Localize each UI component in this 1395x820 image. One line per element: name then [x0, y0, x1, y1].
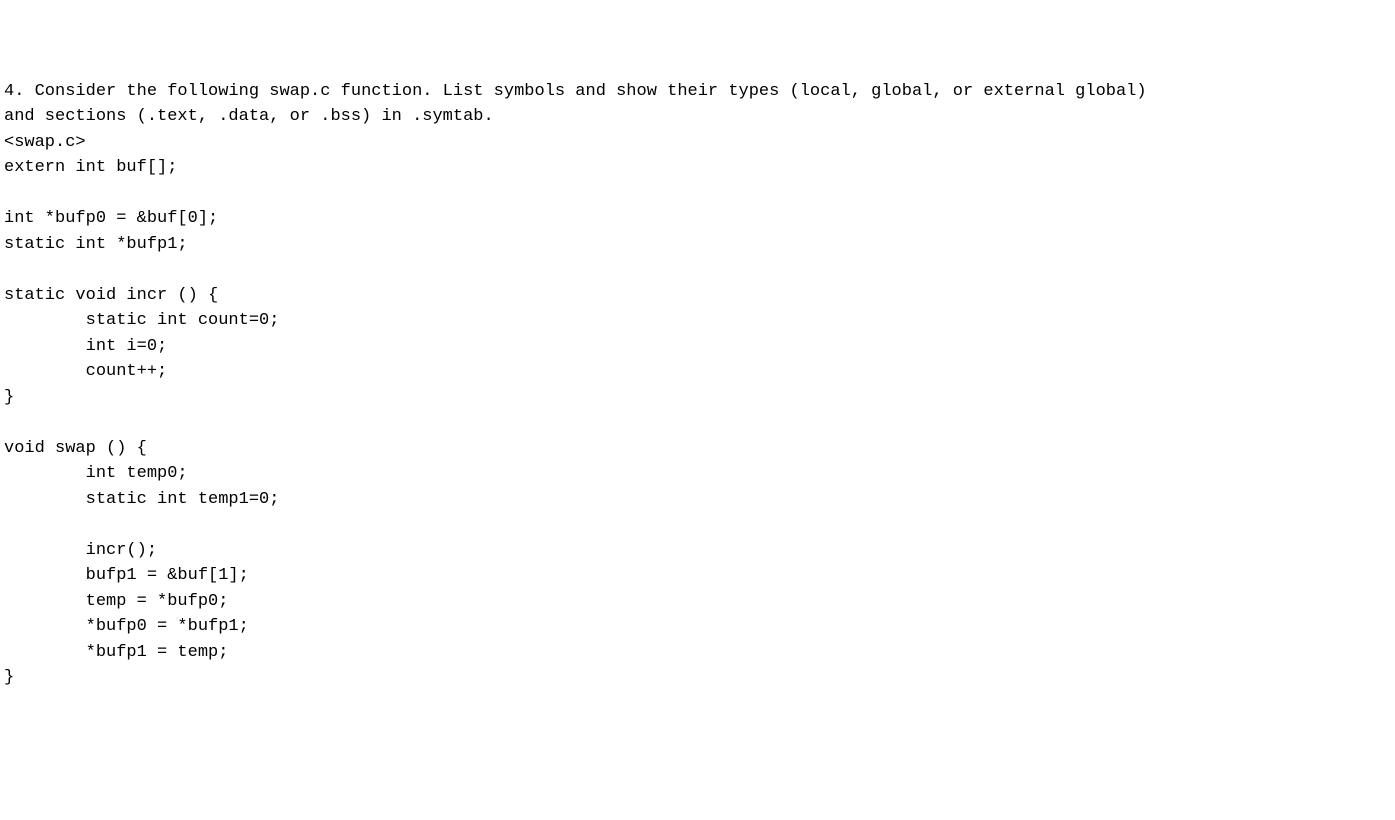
code-line: *bufp1 = temp; [4, 643, 228, 662]
code-line: int temp0; [4, 464, 188, 483]
code-filename: <swap.c> [4, 133, 86, 152]
code-line: temp = *bufp0; [4, 592, 228, 611]
code-line: void swap () { [4, 439, 147, 458]
code-line: static int *bufp1; [4, 235, 188, 254]
code-line: static void incr () { [4, 286, 218, 305]
code-line: count++; [4, 362, 167, 381]
document-content: 4. Consider the following swap.c functio… [0, 77, 1395, 693]
question-prompt-line1: Consider the following swap.c function. … [35, 82, 1147, 101]
question-prompt-line2: and sections (.text, .data, or .bss) in … [4, 107, 494, 126]
code-line: int i=0; [4, 337, 167, 356]
code-line: static int temp1=0; [4, 490, 279, 509]
code-line: bufp1 = &buf[1]; [4, 566, 249, 585]
code-line: incr(); [4, 541, 157, 560]
question-number: 4. [4, 82, 24, 101]
code-line: } [4, 668, 14, 687]
code-line: } [4, 388, 14, 407]
code-line: int *bufp0 = &buf[0]; [4, 209, 218, 228]
code-line: *bufp0 = *bufp1; [4, 617, 249, 636]
code-line: static int count=0; [4, 311, 279, 330]
code-line: extern int buf[]; [4, 158, 177, 177]
